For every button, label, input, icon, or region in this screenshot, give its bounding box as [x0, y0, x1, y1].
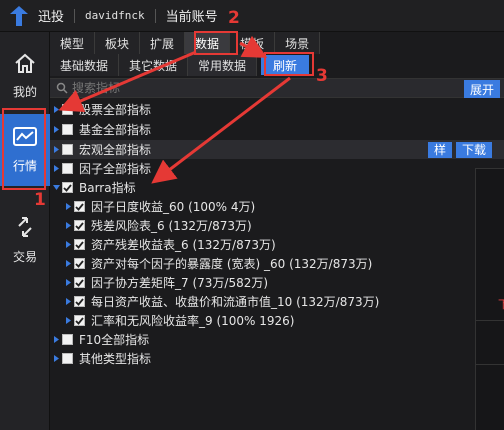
row-actions: 样 下载: [427, 141, 492, 158]
tree-row-factor[interactable]: 因子全部指标: [50, 159, 504, 178]
expand-arrow-icon[interactable]: [62, 203, 74, 210]
search-bar: 展开: [50, 78, 504, 98]
title-bar: 迅投 davidfnck 当前账号: [0, 0, 504, 32]
app-logo-icon: [8, 5, 30, 27]
checkbox-checked[interactable]: [74, 220, 85, 231]
refresh-button[interactable]: 刷新: [261, 55, 310, 75]
tab-scene[interactable]: 场景: [275, 32, 321, 54]
tree-row-barra[interactable]: Barra指标: [50, 178, 504, 197]
checkbox-checked[interactable]: [74, 315, 85, 326]
tree-row-label: 资产残差收益表_6 (132万/873万): [91, 238, 276, 252]
expand-arrow-icon[interactable]: [62, 279, 74, 286]
tree-row-label: 汇率和无风险收益率_9 (100% 1926): [91, 314, 295, 328]
tree-row-stock[interactable]: 股票全部指标: [50, 100, 504, 119]
app-name: 迅投: [38, 10, 65, 25]
search-input[interactable]: [72, 81, 452, 95]
nav-label-market: 行情: [12, 159, 37, 173]
nav-label-mine: 我的: [12, 85, 37, 99]
expand-arrow-icon[interactable]: [62, 317, 74, 324]
expand-arrow-icon[interactable]: [50, 165, 62, 172]
tab-extension[interactable]: 扩展: [140, 32, 186, 54]
title-divider: [74, 8, 76, 23]
expand-arrow-icon[interactable]: [50, 146, 62, 153]
tree-row-label: Barra指标: [79, 181, 136, 195]
tree-row-other[interactable]: 其他类型指标: [50, 349, 504, 368]
subtab-basic-data[interactable]: 基础数据: [50, 54, 120, 76]
tree-row-factor-exposure[interactable]: 资产对每个因子的暴露度 (宽表) _60 (132万/873万): [50, 254, 504, 273]
tree-row-label: F10全部指标: [79, 333, 150, 347]
sample-button[interactable]: 样: [427, 141, 452, 158]
checkbox[interactable]: [62, 334, 73, 345]
tree-row-residual-return[interactable]: 资产残差收益表_6 (132万/873万): [50, 235, 504, 254]
main-tabs: 模型 板块 扩展 数据 模板 场景: [50, 32, 321, 54]
current-account-label[interactable]: 当前账号: [166, 6, 218, 25]
tree-row-label: 资产对每个因子的暴露度 (宽表) _60 (132万/873万): [91, 257, 373, 271]
data-subtabs: 基础数据 其它数据 常用数据 刷新: [50, 54, 310, 76]
nav-label-trade: 交易: [12, 250, 37, 264]
subtab-other-data[interactable]: 其它数据: [119, 54, 189, 76]
collapse-arrow-icon[interactable]: [50, 185, 62, 190]
nav-item-trade[interactable]: 交易: [0, 204, 50, 276]
indicator-tree: 股票全部指标 基金全部指标 宏观全部指标 样 下载 因子全部指标 Barra指标…: [50, 100, 504, 430]
tree-row-fund[interactable]: 基金全部指标: [50, 120, 504, 139]
tab-template[interactable]: 模板: [230, 32, 276, 54]
download-button[interactable]: 下载: [455, 141, 492, 158]
checkbox-checked[interactable]: [62, 182, 73, 193]
subtab-common-data[interactable]: 常用数据: [188, 54, 258, 76]
expand-arrow-icon[interactable]: [62, 298, 74, 305]
tab-model[interactable]: 模型: [50, 32, 96, 54]
username-label[interactable]: davidfnck: [85, 9, 145, 22]
checkbox[interactable]: [62, 124, 73, 135]
checkbox[interactable]: [62, 163, 73, 174]
checkbox[interactable]: [62, 104, 73, 115]
tab-sector[interactable]: 板块: [95, 32, 141, 54]
tree-row-label: 其他类型指标: [79, 352, 152, 366]
checkbox-checked[interactable]: [74, 277, 85, 288]
tree-row-macro[interactable]: 宏观全部指标 样 下载: [50, 140, 504, 159]
expand-arrow-icon[interactable]: [50, 106, 62, 113]
checkbox-checked[interactable]: [74, 201, 85, 212]
tree-row-label: 残差风险表_6 (132万/873万): [91, 219, 252, 233]
checkbox[interactable]: [62, 144, 73, 155]
tree-row-factor-covariance[interactable]: 因子协方差矩阵_7 (73万/582万): [50, 273, 504, 292]
expand-arrow-icon[interactable]: [62, 241, 74, 248]
tree-row-label: 股票全部指标: [79, 103, 152, 117]
expand-arrow-icon[interactable]: [62, 222, 74, 229]
tree-row-factor-daily-return[interactable]: 因子日度收益_60 (100% 4万): [50, 197, 504, 216]
tree-row-label: 每日资产收益、收盘价和流通市值_10 (132万/873万): [91, 295, 380, 309]
tree-row-label: 因子协方差矩阵_7 (73万/582万): [91, 276, 269, 290]
tree-row-residual-risk[interactable]: 残差风险表_6 (132万/873万): [50, 216, 504, 235]
tree-row-label: 基金全部指标: [79, 123, 152, 137]
checkbox-checked[interactable]: [74, 258, 85, 269]
tree-row-label: 宏观全部指标: [79, 143, 152, 157]
tree-row-label: 因子日度收益_60 (100% 4万): [91, 200, 256, 214]
home-icon: [13, 52, 37, 77]
tree-row-label: 因子全部指标: [79, 162, 152, 176]
tree-row-f10[interactable]: F10全部指标: [50, 330, 504, 349]
checkbox-checked[interactable]: [74, 296, 85, 307]
tab-data[interactable]: 数据: [185, 32, 231, 54]
expand-arrow-icon[interactable]: [50, 336, 62, 343]
nav-item-market[interactable]: 行情: [0, 114, 50, 186]
left-navigation: 我的 行情 交易: [0, 32, 50, 430]
expand-arrow-icon[interactable]: [50, 355, 62, 362]
tree-row-fx-riskfree[interactable]: 汇率和无风险收益率_9 (100% 1926): [50, 311, 504, 330]
title-divider: [154, 8, 156, 23]
nav-item-mine[interactable]: 我的: [0, 40, 50, 112]
checkbox[interactable]: [62, 353, 73, 364]
search-icon: [56, 82, 68, 94]
market-chart-icon: [12, 126, 38, 151]
checkbox-checked[interactable]: [74, 239, 85, 250]
expand-button[interactable]: 展开: [463, 80, 500, 98]
expand-arrow-icon[interactable]: [62, 260, 74, 267]
expand-arrow-icon[interactable]: [50, 126, 62, 133]
tree-row-daily-asset-return[interactable]: 每日资产收益、收盘价和流通市值_10 (132万/873万): [50, 292, 504, 311]
trade-arrows-icon: [13, 215, 37, 242]
